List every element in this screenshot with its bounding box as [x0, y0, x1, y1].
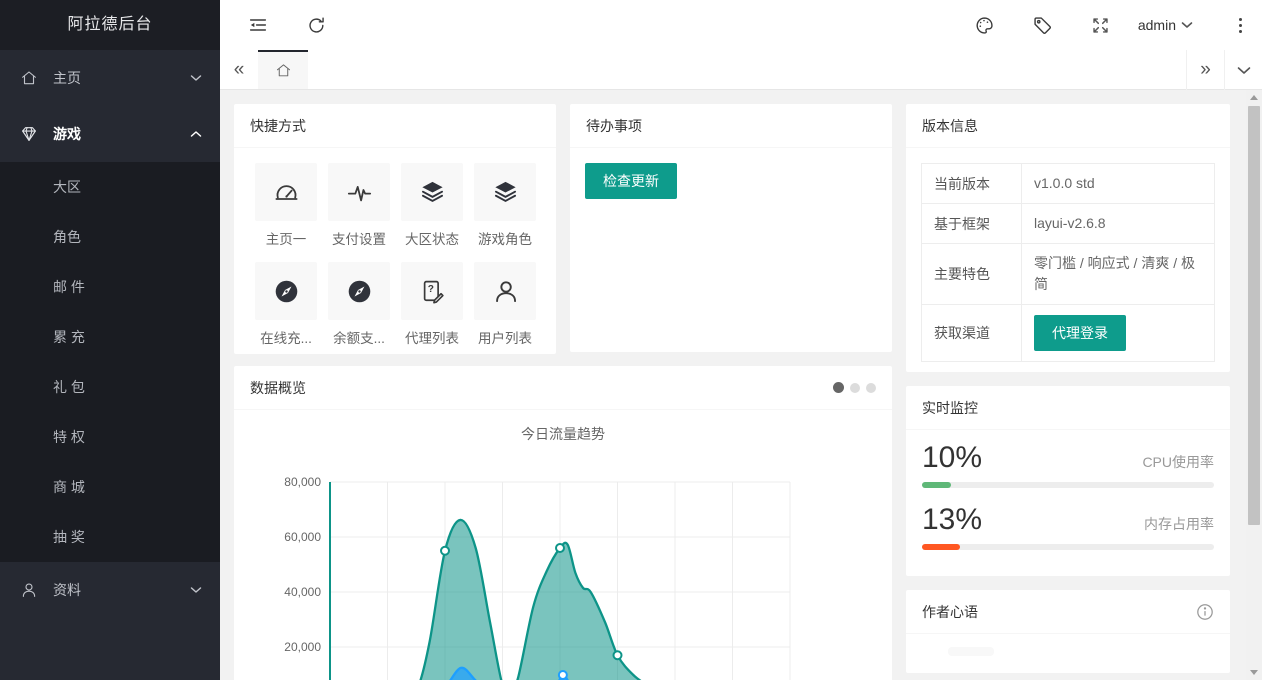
tab-scroll-left-icon[interactable]: « — [220, 50, 258, 89]
cpu-progress-track — [922, 482, 1214, 488]
sidebar-subitem-recharge[interactable]: 累 充 — [0, 312, 220, 362]
carousel-dot-3[interactable] — [866, 382, 876, 393]
sidebar-subitem-mail[interactable]: 邮 件 — [0, 262, 220, 312]
gem-icon — [20, 124, 40, 144]
memory-progress-track — [922, 544, 1214, 550]
cpu-usage-label: CPU使用率 — [1142, 454, 1214, 470]
shortcut-user-list[interactable]: 用户列表 — [474, 262, 536, 347]
carousel-dots — [833, 382, 876, 393]
panel-title: 快捷方式 — [234, 104, 556, 148]
memory-progress-fill — [922, 544, 960, 550]
scrollbar-thumb[interactable] — [1248, 106, 1260, 525]
vertical-scrollbar[interactable] — [1246, 90, 1262, 680]
person-icon — [474, 262, 536, 320]
cpu-usage-value: 10% — [922, 441, 983, 474]
palette-icon[interactable] — [974, 14, 996, 36]
home-icon — [20, 68, 40, 88]
sidebar-item-label: 主页 — [53, 70, 81, 86]
shortcut-home[interactable]: 主页一 — [255, 163, 317, 248]
tab-menu-icon[interactable] — [1224, 50, 1262, 90]
panel-title: 作者心语 — [922, 603, 978, 620]
shortcut-payment[interactable]: 支付设置 — [328, 163, 390, 248]
panel-version: 版本信息 当前版本 v1.0.0 std 基于框架 layui-v2.6.8 主… — [906, 104, 1230, 372]
panel-title: 版本信息 — [906, 104, 1230, 148]
top-header: admin — [220, 0, 1262, 50]
check-update-button[interactable]: 检查更新 — [585, 163, 677, 199]
panel-author: 作者心语 — [906, 590, 1230, 673]
svg-text:60,000: 60,000 — [284, 530, 321, 544]
memory-usage-label: 内存占用率 — [1144, 516, 1214, 532]
username: admin — [1137, 17, 1176, 33]
fullscreen-icon[interactable] — [1090, 14, 1112, 36]
compass-icon — [255, 262, 317, 320]
table-row: 主要特色 零门槛 / 响应式 / 清爽 / 极简 — [921, 243, 1215, 305]
sidebar-item-home[interactable]: 主页 — [0, 50, 220, 106]
refresh-icon[interactable] — [305, 14, 327, 36]
panel-todo: 待办事项 检查更新 — [570, 104, 892, 352]
tag-icon[interactable] — [1032, 14, 1054, 36]
shortcut-agent-list[interactable]: ? 代理列表 — [401, 262, 463, 347]
shortcut-region-status[interactable]: 大区状态 — [401, 163, 463, 248]
chevron-up-icon — [190, 130, 202, 138]
quote-placeholder — [948, 647, 994, 656]
svg-text:40,000: 40,000 — [284, 585, 321, 599]
user-icon — [20, 580, 40, 600]
chevron-down-icon — [190, 74, 202, 82]
chevron-down-icon — [190, 586, 202, 594]
table-row: 获取渠道 代理登录 — [921, 304, 1215, 362]
scroll-up-arrow-icon[interactable] — [1250, 95, 1258, 100]
chevron-down-icon — [1181, 22, 1193, 28]
menu-fold-icon[interactable] — [247, 14, 269, 36]
sidebar-subitem-region[interactable]: 大区 — [0, 162, 220, 212]
user-dropdown[interactable]: admin — [1138, 17, 1193, 33]
app-title: 阿拉德后台 — [0, 0, 220, 50]
layers-icon — [401, 163, 463, 221]
panel-monitor: 实时监控 10% CPU使用率 13% 内存占用率 — [906, 386, 1230, 576]
svg-text:20,000: 20,000 — [284, 640, 321, 654]
panel-title: 实时监控 — [906, 386, 1230, 430]
scroll-down-arrow-icon[interactable] — [1250, 670, 1258, 675]
gauge-icon — [255, 163, 317, 221]
shortcut-online-recharge[interactable]: 在线充... — [255, 262, 317, 347]
info-icon[interactable] — [1196, 603, 1214, 621]
sidebar-submenu-game: 大区 角色 邮 件 累 充 礼 包 特 权 商 城 抽 奖 — [0, 162, 220, 562]
sidebar-subitem-role[interactable]: 角色 — [0, 212, 220, 262]
panel-overview: 数据概览 今日流量趋势 80,000 60,000 40,000 20,000 — [234, 366, 892, 680]
sidebar-item-game[interactable]: 游戏 — [0, 106, 220, 162]
svg-text:80,000: 80,000 — [284, 475, 321, 489]
panel-title: 数据概览 — [250, 379, 306, 396]
tab-scroll-right-icon[interactable]: » — [1186, 50, 1224, 90]
home-icon — [276, 64, 290, 77]
sidebar-subitem-privilege[interactable]: 特 权 — [0, 412, 220, 462]
shortcut-balance-pay[interactable]: 余额支... — [328, 262, 390, 347]
cpu-progress-fill — [922, 482, 952, 488]
shortcut-game-role[interactable]: 游戏角色 — [474, 163, 536, 248]
sidebar-item-label: 资料 — [53, 582, 81, 598]
more-vertical-icon[interactable] — [1235, 14, 1246, 37]
compass-icon — [328, 262, 390, 320]
carousel-dot-1[interactable] — [833, 382, 844, 393]
sidebar-item-label: 游戏 — [53, 126, 81, 142]
table-row: 基于框架 layui-v2.6.8 — [921, 203, 1215, 244]
table-row: 当前版本 v1.0.0 std — [921, 163, 1215, 204]
layers-icon — [474, 163, 536, 221]
agent-login-button[interactable]: 代理登录 — [1034, 315, 1126, 351]
sidebar-subitem-giftpack[interactable]: 礼 包 — [0, 362, 220, 412]
memory-usage-value: 13% — [922, 503, 983, 536]
sidebar-subitem-lottery[interactable]: 抽 奖 — [0, 512, 220, 562]
sidebar: 阿拉德后台 主页 游戏 大区 角色 邮 件 累 充 礼 包 特 权 商 城 抽 … — [0, 0, 220, 680]
tab-bar: « » — [220, 50, 1262, 90]
panel-title: 待办事项 — [570, 104, 892, 148]
pulse-icon — [328, 163, 390, 221]
tab-home[interactable] — [258, 50, 308, 89]
sidebar-item-profile[interactable]: 资料 — [0, 562, 220, 618]
sidebar-subitem-mall[interactable]: 商 城 — [0, 462, 220, 512]
traffic-trend-chart: 80,000 60,000 40,000 20,000 — [284, 475, 791, 680]
svg-text:?: ? — [427, 284, 433, 295]
panel-shortcuts: 快捷方式 主页一 支付设置 大区状态 游戏角色 在线充... 余额支... ? … — [234, 104, 556, 354]
form-edit-icon: ? — [401, 262, 463, 320]
version-table: 当前版本 v1.0.0 std 基于框架 layui-v2.6.8 主要特色 零… — [921, 163, 1215, 362]
page-content: 快捷方式 主页一 支付设置 大区状态 游戏角色 在线充... 余额支... ? … — [220, 90, 1262, 680]
carousel-dot-2[interactable] — [850, 382, 860, 393]
